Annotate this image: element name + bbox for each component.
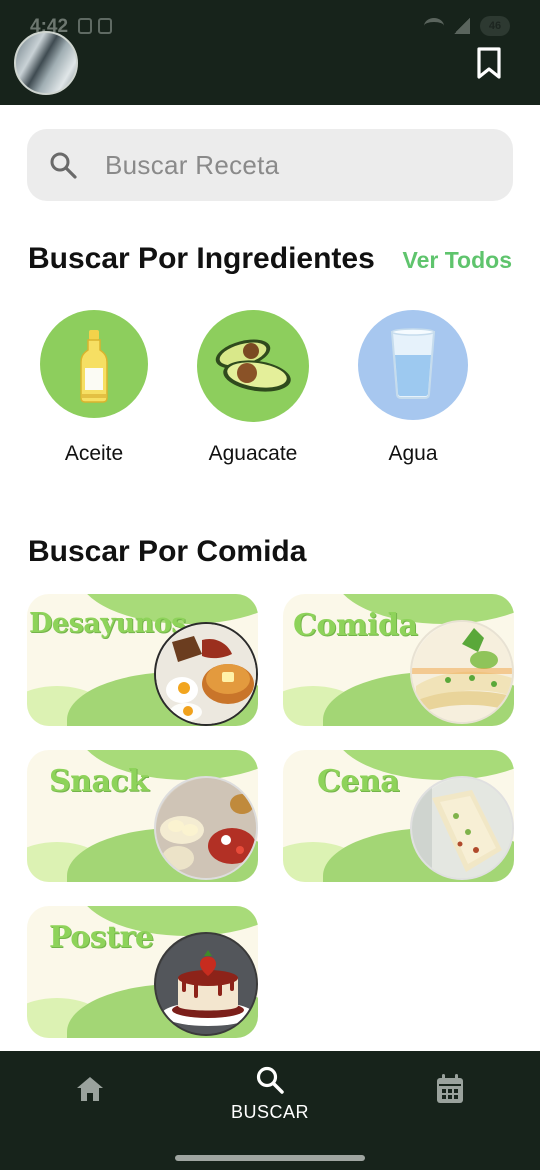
wrap-plate-icon	[410, 776, 514, 880]
battery-indicator: 46	[480, 16, 510, 36]
nav-buscar[interactable]: BUSCAR	[210, 1065, 330, 1123]
screenshot-icon	[78, 18, 92, 34]
meal-title: Cena	[317, 764, 400, 799]
ingredient-circle	[197, 310, 309, 422]
snack-plate-icon	[154, 776, 258, 880]
meal-card-comida[interactable]: Comida	[283, 594, 514, 726]
breakfast-plate-icon	[154, 622, 258, 726]
meal-card-cena[interactable]: Cena	[283, 750, 514, 882]
water-glass-icon	[390, 328, 436, 399]
meal-card-snack[interactable]: Snack	[27, 750, 258, 882]
flan-dessert-icon	[154, 932, 258, 1036]
meal-title: Desayunos	[29, 608, 186, 639]
ingredient-circle	[358, 310, 468, 420]
meal-card-postre[interactable]: Postre	[27, 906, 258, 1038]
search-icon	[256, 1066, 284, 1094]
avatar[interactable]	[14, 31, 78, 95]
search-input[interactable]	[105, 143, 485, 187]
ingredient-label: Aguacate	[208, 442, 298, 465]
bookmark-icon[interactable]	[476, 46, 502, 80]
ingredient-label: Agua	[388, 442, 438, 465]
ingredient-item-agua[interactable]: Agua	[338, 310, 488, 466]
ingredient-circle	[40, 310, 148, 418]
alarm-icon	[98, 18, 112, 34]
oil-bottle-icon	[80, 330, 108, 403]
meal-title: Comida	[293, 608, 418, 643]
meal-title: Snack	[49, 764, 149, 799]
status-right: 46	[424, 16, 510, 36]
ingredients-section-title: Buscar Por Ingredientes	[28, 242, 375, 275]
nav-calendar[interactable]	[390, 1073, 510, 1112]
enchiladas-plate-icon	[410, 620, 514, 724]
avocado-icon	[215, 339, 291, 392]
home-icon	[77, 1077, 103, 1101]
meal-card-desayunos[interactable]: Desayunos	[27, 594, 258, 726]
bottom-navigation: BUSCAR	[0, 1051, 540, 1170]
ingredient-item-aceite[interactable]: Aceite	[19, 310, 169, 466]
nav-label: BUSCAR	[230, 1102, 309, 1122]
top-app-bar: 4:42 46	[0, 0, 540, 105]
nav-home[interactable]	[30, 1075, 150, 1110]
meals-section-title: Buscar Por Comida	[28, 535, 307, 568]
ingredient-label: Aceite	[64, 442, 124, 465]
home-indicator[interactable]	[175, 1155, 365, 1161]
see-all-link[interactable]: Ver Todos	[403, 247, 513, 274]
status-notification-icons	[78, 18, 112, 34]
signal-icon	[454, 18, 470, 34]
meal-title: Postre	[49, 920, 154, 955]
wifi-icon	[424, 18, 444, 34]
search-bar[interactable]	[27, 129, 513, 201]
search-icon	[50, 152, 77, 179]
calendar-icon	[437, 1074, 463, 1103]
ingredient-item-aguacate[interactable]: Aguacate	[178, 310, 328, 466]
